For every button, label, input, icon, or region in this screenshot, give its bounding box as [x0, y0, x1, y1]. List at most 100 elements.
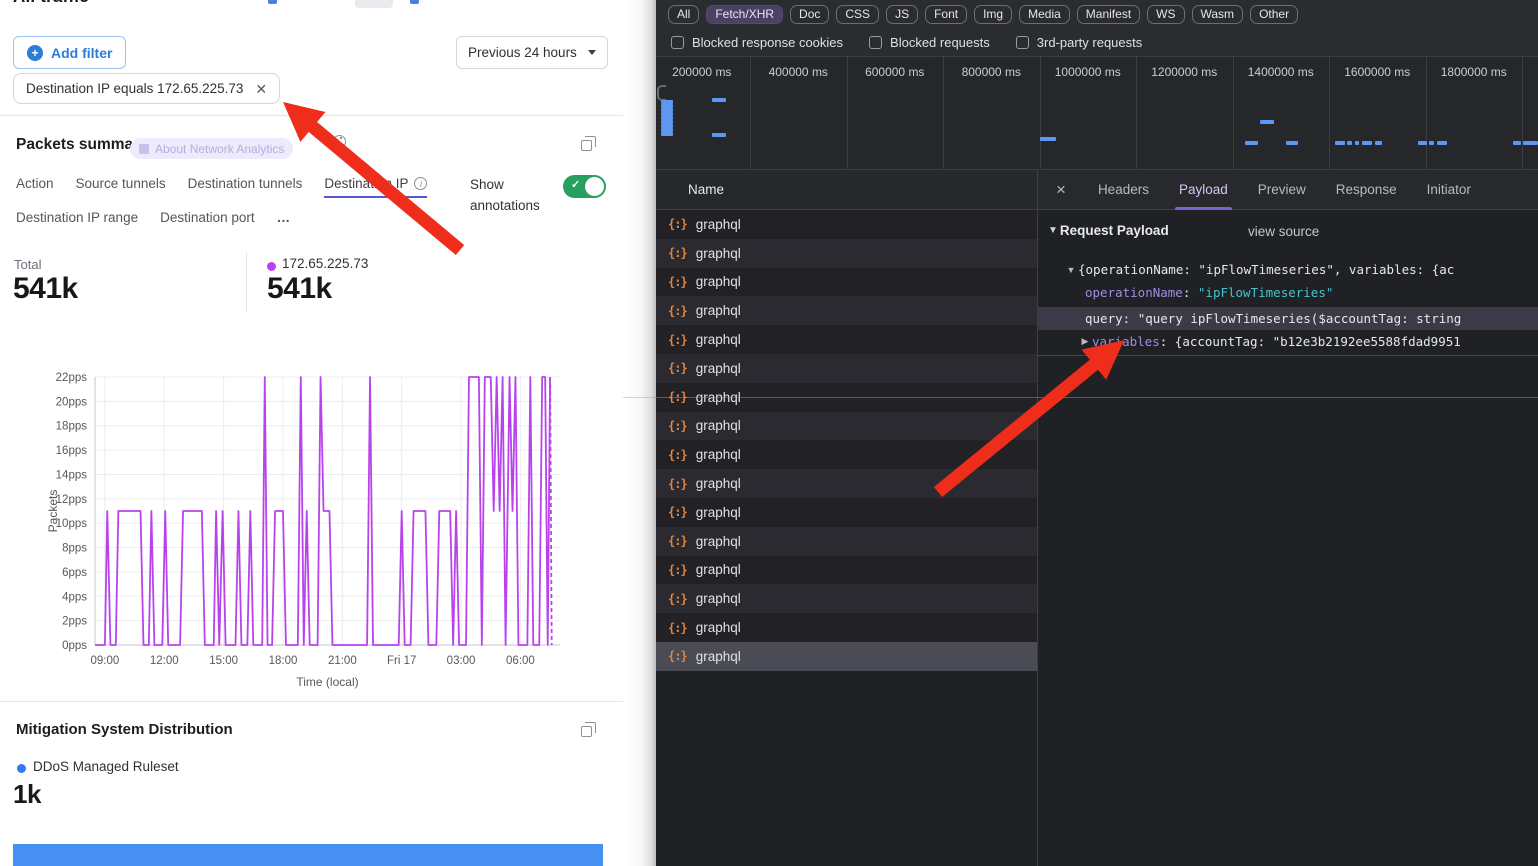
json-request-icon: {:}	[668, 505, 687, 519]
packets-summary-title: Packets summary	[16, 136, 148, 154]
analytics-panel: All traffic + Add filter Previous 24 hou…	[0, 0, 623, 866]
name-column-header[interactable]: Name	[656, 170, 1037, 210]
request-name: graphql	[696, 620, 741, 635]
payload-row-query[interactable]: query: "query ipFlowTimeseries($accountT…	[1038, 307, 1538, 330]
filter-pill-fetch-xhr[interactable]: Fetch/XHR	[706, 5, 783, 24]
svg-text:12:00: 12:00	[150, 655, 179, 667]
filter-pill-doc[interactable]: Doc	[790, 5, 829, 24]
timeline-gridline	[1233, 57, 1234, 170]
request-name: graphql	[696, 332, 741, 347]
filter-pill-wasm[interactable]: Wasm	[1192, 5, 1244, 24]
checkbox-label: 3rd-party requests	[1037, 35, 1143, 50]
request-row-graphql[interactable]: {:}graphql	[656, 527, 1037, 556]
more-tabs-button[interactable]: …	[277, 210, 292, 225]
request-row-graphql[interactable]: {:}graphql	[656, 210, 1037, 239]
checkbox-3rd-party-requests[interactable]: 3rd-party requests	[1016, 35, 1143, 50]
request-payload-header[interactable]: ▼Request Payload	[1048, 223, 1169, 238]
filter-pill-manifest[interactable]: Manifest	[1077, 5, 1140, 24]
request-row-graphql[interactable]: {:}graphql	[656, 584, 1037, 613]
request-row-graphql[interactable]: {:}graphql	[656, 354, 1037, 383]
request-timing-bar	[1418, 141, 1427, 145]
add-filter-button[interactable]: + Add filter	[13, 36, 126, 69]
request-row-graphql[interactable]: {:}graphql	[656, 642, 1037, 671]
filter-chip[interactable]: Destination IP equals 172.65.225.73 ✕	[13, 73, 280, 104]
detail-tab-payload[interactable]: Payload	[1179, 170, 1228, 210]
filter-pill-img[interactable]: Img	[974, 5, 1012, 24]
json-request-icon: {:}	[668, 448, 687, 462]
request-row-graphql[interactable]: {:}graphql	[656, 440, 1037, 469]
filter-pill-all[interactable]: All	[668, 5, 699, 24]
total-value: 541k	[13, 272, 78, 306]
filter-pill-css[interactable]: CSS	[836, 5, 879, 24]
checkbox-box[interactable]	[671, 36, 684, 49]
svg-text:20pps: 20pps	[56, 396, 88, 408]
time-range-dropdown[interactable]: Previous 24 hours	[456, 36, 608, 69]
filter-pill-media[interactable]: Media	[1019, 5, 1070, 24]
json-request-icon: {:}	[668, 621, 687, 635]
triangle-down-icon[interactable]: ▼	[1064, 265, 1078, 275]
checkbox-blocked-response-cookies[interactable]: Blocked response cookies	[671, 35, 843, 50]
expand-card-icon[interactable]	[581, 140, 592, 151]
tab-destination-tunnels[interactable]: Destination tunnels	[188, 176, 303, 191]
view-source-link[interactable]: view source	[1248, 224, 1319, 239]
request-row-graphql[interactable]: {:}graphql	[656, 239, 1037, 268]
mitigation-title: Mitigation System Distribution	[16, 721, 233, 738]
packets-timeseries-chart: 0pps2pps4pps6pps8pps10pps12pps14pps16pps…	[0, 352, 623, 697]
checkbox-box[interactable]	[1016, 36, 1029, 49]
tab-label: Destination tunnels	[188, 176, 303, 191]
request-row-graphql[interactable]: {:}graphql	[656, 498, 1037, 527]
detail-tab-initiator[interactable]: Initiator	[1427, 170, 1471, 210]
tab-destination-ip[interactable]: Destination IPi	[324, 176, 427, 191]
request-row-graphql[interactable]: {:} graphql	[656, 613, 1037, 642]
request-name: graphql	[696, 274, 741, 289]
remove-filter-icon[interactable]: ✕	[255, 82, 267, 96]
tab-destination-ip-range[interactable]: Destination IP range	[16, 210, 138, 225]
detail-tab-response[interactable]: Response	[1336, 170, 1397, 210]
request-timing-bar	[1355, 141, 1359, 145]
request-row-graphql[interactable]: {:}graphql	[656, 469, 1037, 498]
request-detail-panel: ×HeadersPayloadPreviewResponseInitiator …	[1038, 170, 1538, 866]
request-row-graphql[interactable]: {:}graphql	[656, 296, 1037, 325]
json-request-icon: {:}	[668, 275, 687, 289]
timeline-selection-handle[interactable]	[657, 85, 666, 101]
detail-tab-headers[interactable]: Headers	[1098, 170, 1149, 210]
expand-card-icon[interactable]	[581, 726, 592, 737]
timeline-tick-label: 400000 ms	[769, 65, 828, 79]
json-request-icon: {:}	[668, 304, 687, 318]
tab-source-tunnels[interactable]: Source tunnels	[76, 176, 166, 191]
filter-pill-js[interactable]: JS	[886, 5, 918, 24]
request-name: graphql	[696, 246, 741, 261]
request-timing-bar	[1429, 141, 1434, 145]
filter-pill-other[interactable]: Other	[1250, 5, 1298, 24]
filter-pill-font[interactable]: Font	[925, 5, 967, 24]
show-annotations-toggle[interactable]	[563, 175, 606, 198]
payload-value: {accountTag: "b12e3b2192ee5588fdad9951	[1175, 334, 1461, 349]
filter-pill-ws[interactable]: WS	[1147, 5, 1184, 24]
triangle-right-icon[interactable]: ▶	[1078, 336, 1092, 347]
svg-text:18:00: 18:00	[269, 655, 298, 667]
tab-label: Action	[16, 176, 54, 191]
checkbox-label: Blocked requests	[890, 35, 990, 50]
triangle-down-icon: ▼	[1048, 225, 1058, 236]
svg-text:14pps: 14pps	[56, 469, 88, 481]
tab-action[interactable]: Action	[16, 176, 54, 191]
about-network-analytics-badge[interactable]: About Network Analytics	[130, 138, 293, 159]
payload-preview-line[interactable]: ▼{operationName: "ipFlowTimeseries", var…	[1038, 258, 1538, 281]
network-overview-timeline[interactable]: 200000 ms400000 ms600000 ms800000 ms1000…	[656, 57, 1538, 170]
tab-label: Source tunnels	[76, 176, 166, 191]
tab-destination-port[interactable]: Destination port	[160, 210, 255, 225]
request-row-graphql[interactable]: {:}graphql	[656, 412, 1037, 441]
detail-tab-preview[interactable]: Preview	[1258, 170, 1306, 210]
checkbox-blocked-requests[interactable]: Blocked requests	[869, 35, 990, 50]
request-row-graphql[interactable]: {:}graphql	[656, 325, 1037, 354]
svg-text:18pps: 18pps	[56, 421, 88, 433]
payload-row-variables[interactable]: ▶variables: {accountTag: "b12e3b2192ee55…	[1038, 330, 1538, 353]
payload-row-operationName[interactable]: operationName: "ipFlowTimeseries"	[1038, 281, 1538, 304]
checkbox-box[interactable]	[869, 36, 882, 49]
svg-text:09:00: 09:00	[91, 655, 120, 667]
divider	[246, 252, 247, 312]
request-row-graphql[interactable]: {:}graphql	[656, 556, 1037, 585]
request-row-graphql[interactable]: {:} graphql	[656, 268, 1037, 297]
timeline-tick-label: 1800000 ms	[1441, 65, 1507, 79]
close-icon[interactable]: ×	[1056, 180, 1066, 200]
